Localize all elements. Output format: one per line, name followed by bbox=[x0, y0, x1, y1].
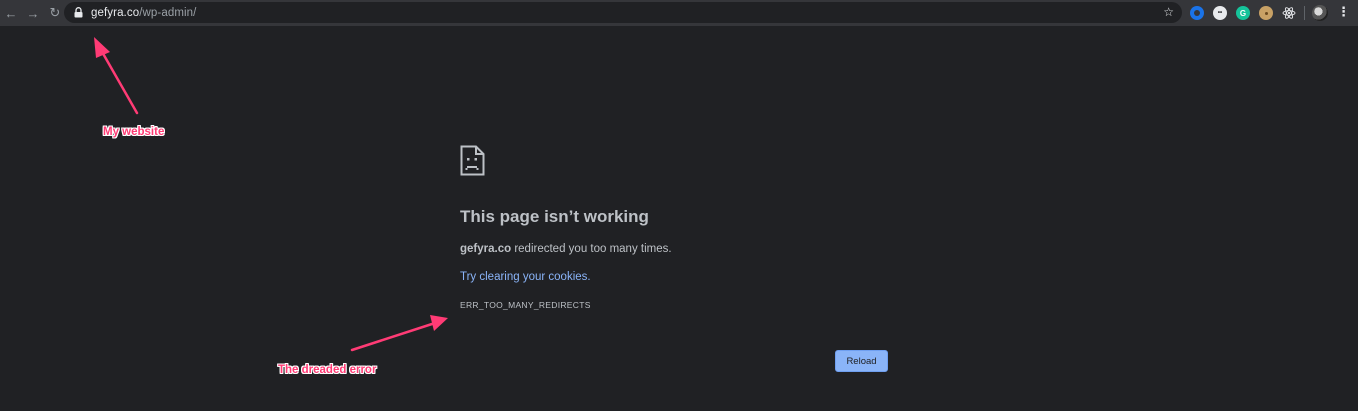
annotation-dreaded-error: The dreaded error bbox=[278, 364, 377, 376]
annotation-arrow-website bbox=[94, 37, 139, 115]
annotation-arrow-error bbox=[350, 315, 448, 352]
annotation-arrows bbox=[94, 37, 448, 352]
annotation-my-website: My website bbox=[103, 126, 165, 138]
